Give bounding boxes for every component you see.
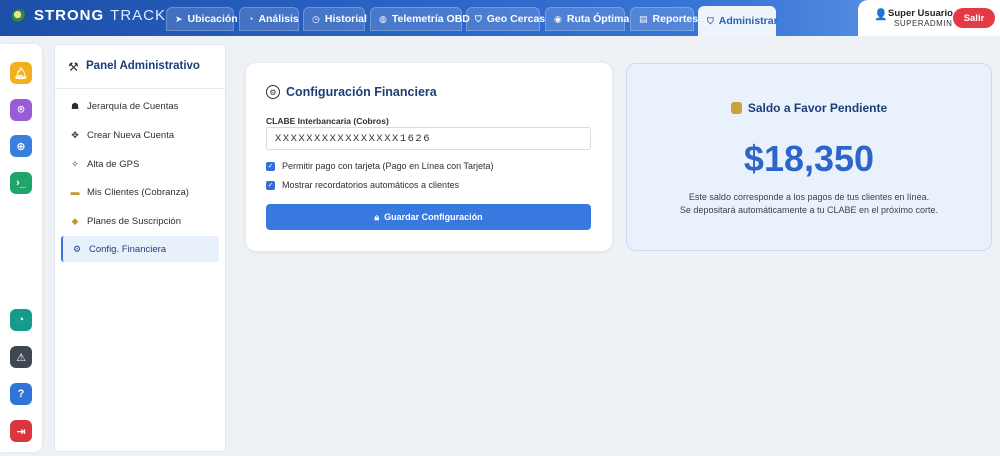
tab-reportes[interactable]: ▤ Reportes (630, 7, 698, 31)
money-bag-icon (730, 102, 742, 114)
reminders-label: Mostrar recordatorios automáticos a clie… (282, 180, 460, 190)
sidebar-item-label: Crear Nueva Cuenta (87, 129, 175, 141)
panel-header: ⚒ Panel Administrativo (55, 45, 225, 89)
sidebar-item-label: Jerarquía de Cuentas (87, 100, 179, 112)
balance-amount: $18,350 (743, 138, 875, 179)
add-user-icon[interactable]: ⊕ (10, 135, 32, 157)
balance-header: Saldo a Favor Pendiente (627, 101, 991, 115)
brand-name-track: TRACK (110, 7, 167, 24)
move-icon: ✥ (71, 129, 79, 140)
left-icon-rail: 🔔︎ ⌾ ⊕ ›_ ◔ ⚠︎ ? ⇥ (0, 44, 42, 452)
tab-geo-cercas[interactable]: ⛉ Geo Cercas (466, 7, 545, 31)
sidebar-item-planes[interactable]: ◆ Planes de Suscripción (61, 208, 219, 234)
route-icon: ◉ (554, 13, 562, 24)
tab-label: Geo Cercas (486, 13, 546, 25)
pending-balance-card: Saldo a Favor Pendiente $18,350 Este sal… (626, 63, 992, 251)
admin-panel-sidebar: ⚒ Panel Administrativo ☗ Jerarquía de Cu… (54, 44, 226, 452)
tab-ruta-optima[interactable]: ◉ Ruta Óptima (545, 7, 629, 31)
card-payment-checkbox[interactable]: ✓ (266, 161, 275, 171)
sidebar-item-config-financiera[interactable]: ⚙ Config. Financiera (61, 236, 219, 262)
shield-icon: ⛉ (475, 13, 482, 24)
timer-icon[interactable]: ◔ (10, 309, 32, 331)
clabe-label: CLABE Interbancaria (Cobros) (266, 116, 389, 126)
user-name: Super Usuario (888, 8, 953, 19)
tab-label: Reportes (652, 13, 699, 25)
financial-config-card: ⚙ Configuración Financiera CLABE Interba… (246, 63, 612, 251)
map-pin-icon[interactable]: ⌾ (10, 99, 32, 121)
sidebar-item-crear-cuenta[interactable]: ✥ Crear Nueva Cuenta (61, 122, 219, 148)
gear-icon: ⚙ (72, 243, 82, 254)
user-icon: 👤 (874, 9, 888, 21)
sidebar-item-alta-gps[interactable]: ✧ Alta de GPS (61, 151, 219, 177)
balance-note-line2: Se depositará automáticamente a tu CLABE… (679, 205, 939, 215)
tab-ubicacion[interactable]: ➤ Ubicación (166, 7, 238, 31)
user-menu: 👤 Super Usuario SUPERADMIN Salir (858, 0, 1000, 36)
hierarchy-icon: ☗ (70, 100, 80, 111)
logout-icon[interactable]: ⇥ (10, 420, 32, 442)
top-navigation-bar: STRONG TRACK ➤ Ubicación ◔ Análisis ◷ Hi… (0, 0, 1000, 36)
navigation-arrow-icon: ➤ (175, 13, 183, 24)
save-config-label: Guardar Configuración (384, 212, 483, 222)
reminders-checkbox[interactable]: ✓ (266, 180, 275, 190)
tab-label: Historial (324, 13, 367, 25)
tag-icon: ◆ (71, 215, 79, 226)
sparkle-icon: ✧ (71, 158, 79, 169)
lock-icon: 🔒︎ (374, 211, 380, 222)
bar-chart-icon: ▤ (639, 13, 648, 24)
tab-label: Administrar (718, 15, 778, 27)
brand[interactable]: STRONG TRACK (12, 7, 166, 24)
clabe-input[interactable] (266, 127, 591, 150)
balance-note-line1: Este saldo corresponde a los pagos de tu… (688, 192, 930, 202)
balance-title: Saldo a Favor Pendiente (747, 101, 888, 115)
help-icon[interactable]: ? (10, 383, 32, 405)
reminders-option[interactable]: ✓ Mostrar recordatorios automáticos a cl… (266, 180, 459, 190)
brand-name-strong: STRONG (34, 7, 105, 24)
warning-icon[interactable]: ⚠︎ (10, 346, 32, 368)
gauge-icon: ◔ (248, 14, 254, 24)
tab-label: Análisis (258, 13, 299, 25)
panel-title: Panel Administrativo (86, 60, 200, 72)
sidebar-item-label: Planes de Suscripción (87, 215, 181, 227)
card-payment-option[interactable]: ✓ Permitir pago con tarjeta (Pago en Lín… (266, 161, 493, 171)
save-config-button[interactable]: 🔒︎ Guardar Configuración (266, 204, 591, 230)
globe-icon: ◍ (379, 13, 387, 24)
globe-logo-icon (12, 8, 26, 23)
tab-historial[interactable]: ◷ Historial (303, 7, 367, 31)
gear-icon: ⚙ (266, 85, 280, 99)
tab-analisis[interactable]: ◔ Análisis (239, 7, 299, 31)
terminal-icon[interactable]: ›_ (10, 172, 32, 194)
card-payment-label: Permitir pago con tarjeta (Pago en Línea… (282, 161, 494, 171)
shield-icon: ⛉ (707, 15, 714, 26)
sidebar-item-mis-clientes[interactable]: ▬ Mis Clientes (Cobranza) (61, 179, 219, 205)
logout-button[interactable]: Salir (953, 8, 995, 28)
card-icon: ▬ (70, 187, 80, 197)
tools-icon: ⚒ (68, 60, 79, 74)
user-role: SUPERADMIN (894, 19, 953, 28)
sidebar-item-label: Config. Financiera (89, 243, 167, 255)
tab-administrar[interactable]: ⛉ Administrar (698, 6, 778, 36)
sidebar-item-label: Alta de GPS (87, 158, 140, 170)
card-title: Configuración Financiera (286, 85, 437, 99)
tab-label: Ruta Óptima (566, 13, 630, 25)
clock-icon: ◷ (312, 13, 320, 24)
sidebar-item-jerarquia[interactable]: ☗ Jerarquía de Cuentas (61, 93, 219, 119)
tab-label: Telemetría OBD (391, 13, 470, 25)
tab-telemetria-obd[interactable]: ◍ Telemetría OBD (370, 7, 470, 31)
bell-icon[interactable]: 🔔︎ (10, 62, 32, 84)
sidebar-item-label: Mis Clientes (Cobranza) (87, 186, 189, 198)
tab-label: Ubicación (187, 13, 238, 25)
